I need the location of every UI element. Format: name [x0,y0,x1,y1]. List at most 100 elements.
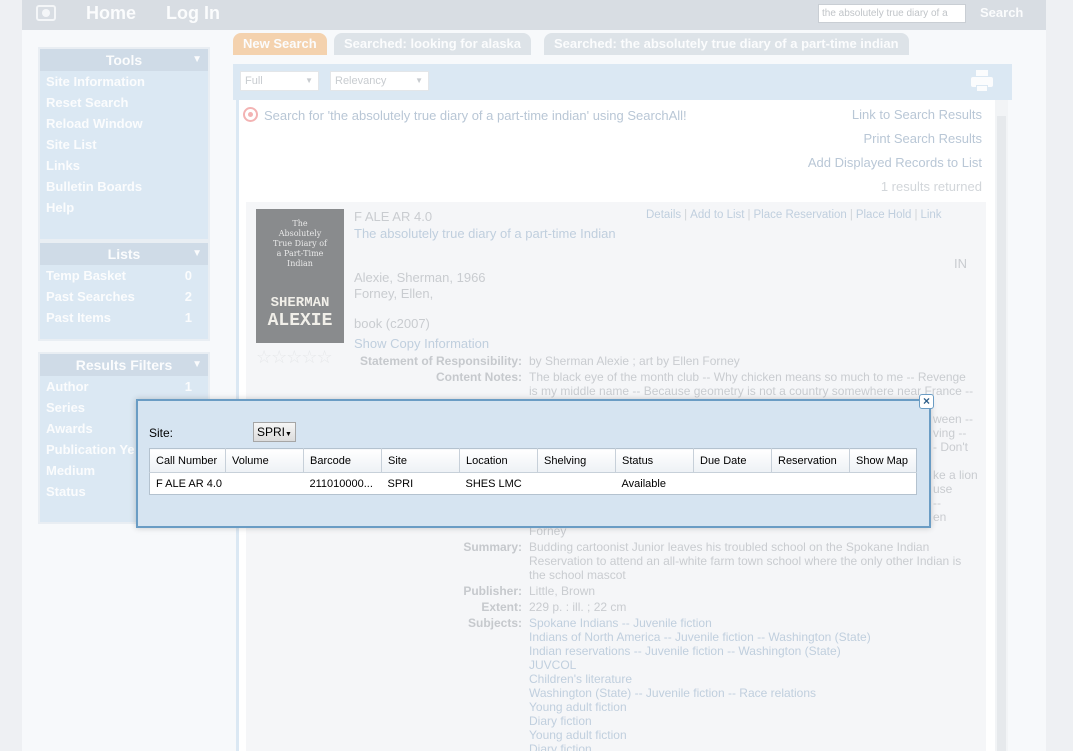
table-row[interactable]: F ALE AR 4.0 211010000... SPRI SHES LMC … [150,473,917,495]
cell-site: SPRI [387,477,414,490]
separator: | [747,209,751,221]
subject-link[interactable]: Young adult fiction [529,700,974,714]
subject-link[interactable]: Indians of North America -- Juvenile fic… [529,630,974,644]
tab-searched-absolutely-true-diary[interactable]: Searched: the absolutely true diary of a… [544,33,909,55]
view-select-value: Full [245,75,263,87]
sidebar-item-site-information[interactable]: Site Information [40,71,208,92]
filters-header[interactable]: Results Filters ▼ [40,354,208,376]
sort-select[interactable]: Relevancy ▼ [330,71,429,91]
field-value: Budding cartoonist Junior leaves his tro… [529,540,962,582]
field-label: Publisher: [463,584,522,598]
results-count: 1 results returned [880,179,982,194]
sidebar-item-past-searches[interactable]: Past Searches 2 [40,286,208,307]
field-value-fragment: -- [933,496,941,510]
searchall-icon[interactable] [243,107,258,122]
close-icon[interactable]: × [919,394,934,409]
copy-table: Call Number Volume Barcode Site Location… [149,448,917,495]
record-title-link[interactable]: The absolutely true diary of a part-time… [354,226,616,241]
sidebar-item-reset-search[interactable]: Reset Search [40,92,208,113]
record-link[interactable]: Link [920,209,941,221]
print-search-results-link[interactable]: Print Search Results [864,131,983,146]
add-displayed-records-link[interactable]: Add Displayed Records to List [808,155,982,170]
field-value-fragment: - Don't [933,440,968,454]
print-icon[interactable] [971,70,993,92]
details-link[interactable]: Details [646,209,681,221]
search-input[interactable] [818,4,966,23]
sidebar-item-reload-window[interactable]: Reload Window [40,113,208,134]
field-value: by Sherman Alexie ; art by Ellen Forney [529,354,740,368]
field-value: The black eye of the month club -- Why c… [529,370,966,384]
results-scrollbar[interactable] [995,100,1008,751]
book-cover-image[interactable]: The Absolutely True Diary of a Part-Time… [256,209,344,343]
chevron-down-icon: ▼ [415,76,423,85]
sidebar-item-temp-basket[interactable]: Temp Basket 0 [40,265,208,286]
column-header[interactable]: Call Number [149,448,226,473]
list-label: Past Searches [46,289,135,304]
site-select[interactable]: SPRI▼ [253,422,296,442]
tools-header[interactable]: Tools ▼ [40,49,208,71]
column-header[interactable]: Reservation [771,448,850,473]
sidebar-item-help[interactable]: Help [40,197,208,218]
chevron-down-icon[interactable]: ▼ [192,354,202,376]
column-header[interactable]: Show Map [849,448,917,473]
place-hold-link[interactable]: Place Hold [856,209,912,221]
record-status: IN [954,256,967,271]
cell-status: Available [621,477,666,490]
list-count: 2 [184,289,192,304]
printer-paper [976,85,988,92]
sidebar-item-site-list[interactable]: Site List [40,134,208,155]
subject-link[interactable]: Washington (State) -- Juvenile fiction -… [529,686,974,700]
column-header[interactable]: Status [615,448,694,473]
search-button[interactable]: Search [980,5,1023,20]
link-to-search-results[interactable]: Link to Search Results [852,107,982,122]
record-author: Alexie, Sherman, 1966 [354,270,486,285]
chevron-down-icon[interactable]: ▼ [192,243,202,265]
subject-link[interactable]: Spokane Indians -- Juvenile fiction [529,616,974,630]
tab-new-search[interactable]: New Search [233,33,327,55]
list-label: Temp Basket [46,268,126,283]
sidebar-item-links[interactable]: Links [40,155,208,176]
subject-link[interactable]: Indian reservations -- Juvenile fiction … [529,644,974,658]
logo-icon[interactable] [36,5,56,21]
column-header[interactable]: Barcode [303,448,382,473]
sidebar-item-bulletin-boards[interactable]: Bulletin Boards [40,176,208,197]
list-count: 1 [184,310,192,325]
place-reservation-link[interactable]: Place Reservation [754,209,847,221]
chevron-down-icon[interactable]: ▼ [192,49,202,71]
home-link[interactable]: Home [86,3,136,24]
show-copy-information-link[interactable]: Show Copy Information [354,336,489,351]
subject-link[interactable]: Young adult fiction [529,728,974,742]
column-header[interactable]: Shelving [537,448,616,473]
filter-author[interactable]: Author 1 [40,376,208,397]
subject-link[interactable]: Children's literature [529,672,974,686]
column-header[interactable]: Due Date [693,448,772,473]
record-actions: Details | Add to List | Place Reservation | Pl… [646,209,942,221]
sidebar-item-past-items[interactable]: Past Items 1 [40,307,208,328]
column-header[interactable]: Location [459,448,538,473]
filter-count: 1 [184,379,192,394]
scrollbar-thumb[interactable] [997,116,1006,751]
tools-title: Tools [105,52,143,68]
lists-header[interactable]: Lists ▼ [40,243,208,265]
cell-show-map[interactable] [850,473,917,495]
add-to-list-link[interactable]: Add to List [690,209,744,221]
view-select[interactable]: Full ▼ [240,71,319,91]
field-value-fragment: use [933,482,953,496]
searchall-link[interactable]: Search for 'the absolutely true diary of… [264,108,687,123]
filter-label: Author [46,379,89,394]
cell-volume [226,473,304,495]
column-header[interactable]: Site [381,448,460,473]
subject-link[interactable]: JUVCOL [529,658,974,672]
lists-title: Lists [107,246,141,262]
cover-title: The Absolutely True Diary of a Part-Time… [273,219,327,268]
subject-link[interactable]: Diary fiction [529,714,974,728]
copy-information-dialog: × Site: SPRI▼ Call Number Volume Barcode… [136,394,934,528]
column-header[interactable]: Volume [225,448,304,473]
login-link[interactable]: Log In [166,3,220,24]
subject-link[interactable]: Diary fiction [529,742,974,751]
cell-reservation [772,473,850,495]
chevron-down-icon: ▼ [305,76,313,85]
field-value-fragment: ke a lion [933,468,978,482]
tab-searched-looking-for-alaska[interactable]: Searched: looking for alaska [334,33,532,55]
site-select-value: SPRI [257,425,286,439]
